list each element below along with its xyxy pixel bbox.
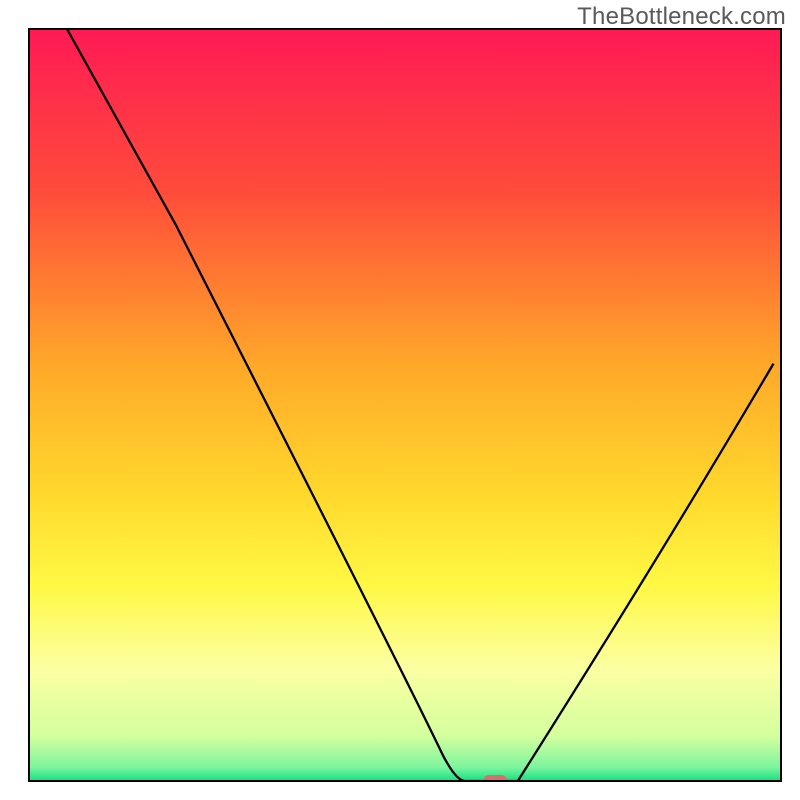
watermark-text: TheBottleneck.com: [577, 3, 786, 31]
plot-background: [29, 29, 781, 781]
chart-container: { "watermark": "TheBottleneck.com", "cha…: [0, 0, 800, 800]
bottleneck-chart: [0, 0, 800, 800]
